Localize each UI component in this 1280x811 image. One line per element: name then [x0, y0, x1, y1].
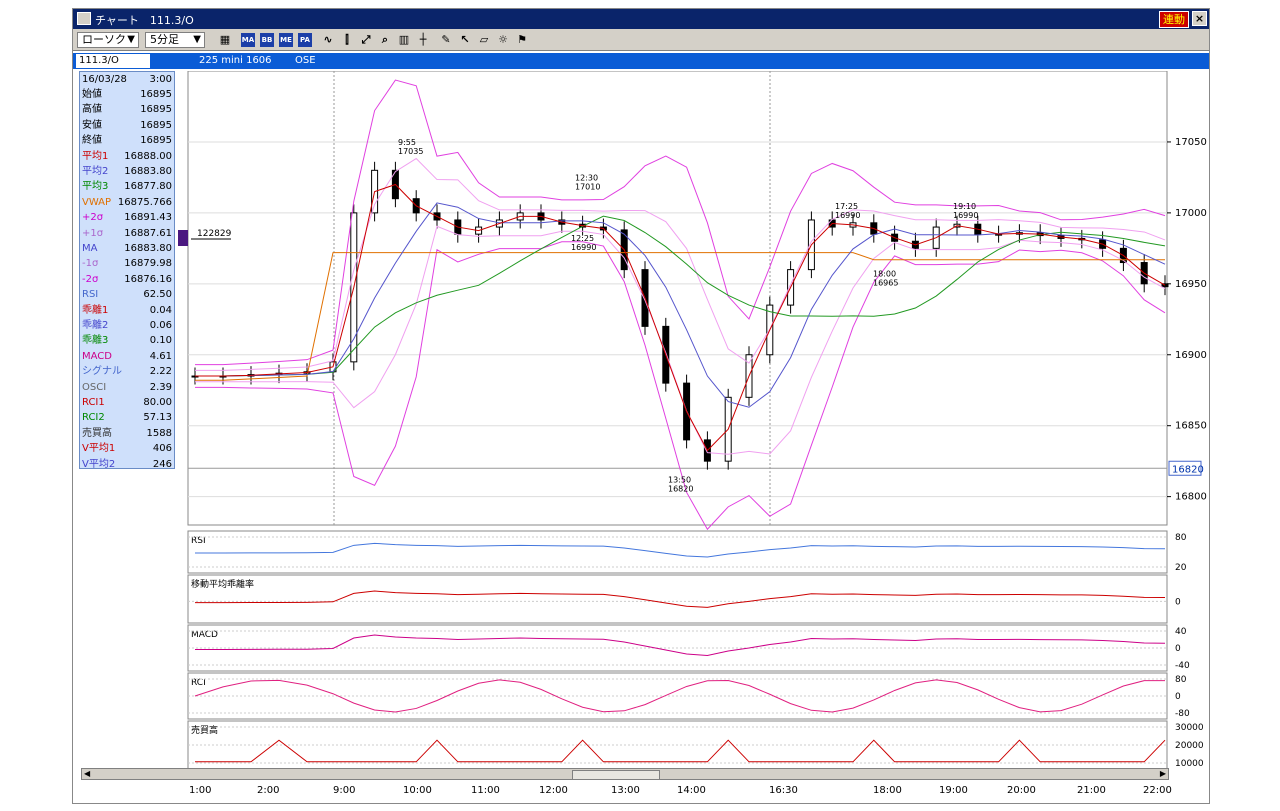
annotation-price: 16990	[835, 211, 860, 220]
subchart-tick-label: 0	[1175, 644, 1181, 654]
y-tick-label: 16950	[1175, 279, 1207, 290]
candle-icon[interactable]: ⫿	[339, 32, 355, 48]
horizontal-scrollbar[interactable]: ◀ ▶	[81, 768, 1169, 780]
y-tick-label: 17050	[1175, 137, 1207, 148]
tool-bb-button[interactable]: BB	[259, 32, 275, 48]
x-tick-label: 11:00	[471, 785, 500, 796]
annotation-price: 16965	[873, 279, 898, 288]
annotation-time: 12:30	[575, 174, 598, 183]
interval-select[interactable]: 5分足 ▼	[145, 32, 205, 48]
subchart-tick-label: 80	[1175, 675, 1187, 685]
subchart-tick-label: -80	[1175, 709, 1190, 719]
scroll-left-icon[interactable]: ◀	[84, 769, 90, 778]
x-tick-label: 20:00	[1007, 785, 1036, 796]
y-tick-label: 16900	[1175, 350, 1207, 361]
subchart-tick-label: 20	[1175, 563, 1187, 573]
line-icon[interactable]: ∿	[320, 32, 336, 48]
symbol-bar: 111.3/O 225 mini 1606 OSE	[73, 53, 1209, 69]
contract-name: 225 mini 1606	[199, 55, 272, 66]
x-tick-label: 22:00	[1143, 785, 1172, 796]
cursor-icon[interactable]: ↖	[457, 32, 473, 48]
crosshair-icon[interactable]: ┼	[415, 32, 431, 48]
annotation-price: 16990	[571, 243, 596, 252]
subchart-tick-label: 0	[1175, 692, 1181, 702]
x-tick-label: 2:00	[257, 785, 280, 796]
chart-app-icon	[77, 12, 91, 25]
y-tick-label: 17000	[1175, 208, 1207, 219]
annotation-time: 18:00	[873, 270, 896, 279]
annotation-price: 17010	[575, 183, 600, 192]
subchart-tick-label: 30000	[1175, 723, 1204, 733]
subchart-title: 移動平均乖離率	[191, 578, 254, 590]
settings-icon[interactable]: ☼	[495, 32, 511, 48]
scroll-right-icon[interactable]: ▶	[1160, 769, 1166, 778]
annotation-price: 16820	[668, 484, 693, 493]
pen-icon[interactable]: ✎	[438, 32, 454, 48]
x-tick-label: 14:00	[677, 785, 706, 796]
y-tick-label: 16800	[1175, 492, 1207, 503]
current-price-label: 16820	[1172, 464, 1204, 475]
subchart-frame	[187, 574, 1168, 624]
exchange-name: OSE	[295, 55, 316, 66]
volume-marker-label: 122829	[197, 229, 232, 239]
annotation-price: 17035	[398, 147, 423, 156]
chart-window: チャート 111.3/O 連動 × ローソク ▼ 5分足 ▼ ▦ MA BB ME PA…	[72, 8, 1210, 804]
subchart-tick-label: 80	[1175, 533, 1187, 543]
annotation-time: 9:55	[398, 138, 416, 147]
subchart-tick-label: 10000	[1175, 759, 1204, 768]
x-tick-label: 18:00	[873, 785, 902, 796]
x-tick-label: 10:00	[403, 785, 432, 796]
annotation-time: 12:25	[571, 234, 594, 243]
tool-me-button[interactable]: ME	[278, 32, 294, 48]
scroll-thumb[interactable]	[572, 770, 660, 780]
x-tick-label: 1:00	[189, 785, 212, 796]
y-tick-label: 16850	[1175, 421, 1207, 432]
tool-ma-button[interactable]: MA	[240, 32, 256, 48]
chart-type-select[interactable]: ローソク ▼	[77, 32, 139, 48]
annotation-time: 19:10	[953, 202, 976, 211]
subchart-tick-label: 0	[1175, 597, 1181, 607]
symbol-field[interactable]: 111.3/O	[76, 54, 150, 68]
title-bar[interactable]: チャート 111.3/O 連動 ×	[73, 9, 1209, 29]
chart-area[interactable]: 17050 17000 16950 16900 16850 16800 16820 12282…	[73, 71, 1209, 768]
zoom-icon[interactable]: ⌕	[377, 32, 393, 48]
subchart-tick-label: -40	[1175, 661, 1190, 671]
annotation-price: 16990	[953, 211, 978, 220]
chevron-down-icon: ▼	[193, 34, 201, 45]
volume-marker-box	[178, 230, 188, 246]
close-icon[interactable]: ×	[1192, 11, 1207, 26]
bars-icon[interactable]: ▥	[396, 32, 412, 48]
x-tick-label: 12:00	[539, 785, 568, 796]
window-title: チャート 111.3/O	[95, 14, 194, 27]
x-tick-label: 13:00	[611, 785, 640, 796]
chart-icon[interactable]: ▦	[217, 32, 233, 48]
x-tick-label: 21:00	[1077, 785, 1106, 796]
chart-type-value: ローソク	[82, 33, 126, 46]
link-button[interactable]: 連動	[1159, 11, 1189, 28]
x-tick-label: 19:00	[939, 785, 968, 796]
x-tick-label: 9:00	[333, 785, 356, 796]
eraser-icon[interactable]: ▱	[476, 32, 492, 48]
interval-value: 5分足	[150, 33, 179, 46]
subchart-title: 売買高	[191, 724, 218, 736]
toolbar: ローソク ▼ 5分足 ▼ ▦ MA BB ME PA ∿ ⫿ ⤢ ⌕ ▥ ┼ ✎ ↖ ▱ ☼ ⚑	[73, 29, 1209, 51]
subchart-tick-label: 40	[1175, 627, 1187, 637]
fit-icon[interactable]: ⤢	[358, 32, 374, 48]
chevron-down-icon: ▼	[127, 34, 135, 45]
x-tick-label: 16:30	[769, 785, 798, 796]
annotation-time: 17:25	[835, 202, 858, 211]
subchart-tick-label: 20000	[1175, 741, 1204, 751]
tool-pa-button[interactable]: PA	[297, 32, 313, 48]
main-chart-frame	[187, 71, 1168, 526]
flag-icon[interactable]: ⚑	[514, 32, 530, 48]
annotation-time: 13:50	[668, 475, 691, 484]
